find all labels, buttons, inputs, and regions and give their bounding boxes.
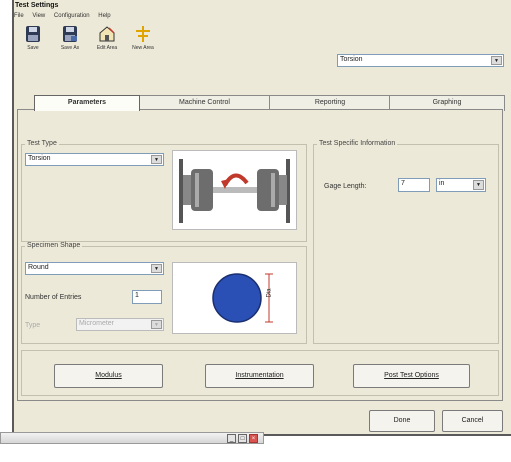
menu-configuration[interactable]: Configuration [54,13,90,19]
chevron-down-icon: ▼ [151,320,162,329]
torsion-illustration [172,150,297,230]
gage-length-label: Gage Length: [324,183,367,190]
post-test-options-label: Post Test Options [384,372,439,379]
menu-bar: File View Configuration Help [14,13,511,23]
background-window-titlebar [0,432,264,444]
test-type-value: Torsion [28,155,51,162]
test-specific-info-group [313,144,499,344]
save-as-button[interactable]: Save As [54,24,86,58]
modulus-label: Modulus [95,372,122,379]
tab-parameters[interactable]: Parameters [34,95,140,111]
torsion-fixture-icon [179,159,290,223]
number-of-entries-label: Number of Entries [25,294,82,301]
edit-area-icon [99,26,115,42]
menu-view[interactable]: View [32,13,45,19]
chevron-down-icon: ▼ [151,264,162,273]
type-dropdown[interactable]: Micrometer ▼ [76,318,164,331]
save-as-label: Save As [60,45,80,51]
chevron-down-icon: ▼ [491,56,502,65]
window-title: Test Settings [15,2,59,9]
menu-file[interactable]: File [14,13,24,19]
new-area-icon [136,26,150,42]
menu-help[interactable]: Help [98,13,110,19]
post-test-options-button[interactable]: Post Test Options [353,364,470,388]
instrumentation-label: Instrumentation [235,372,284,379]
save-button[interactable]: Save [17,24,49,58]
diameter-label: Dia [266,288,273,298]
chevron-down-icon: ▼ [473,180,484,190]
gage-length-input[interactable]: 7 [398,178,430,192]
tab-strip: Parameters Machine Control Reporting Gra… [17,95,505,111]
type-label: Type [25,322,41,329]
number-of-entries-input[interactable]: 1 [132,290,162,304]
test-type-label: Test Type [25,140,59,147]
close-icon[interactable]: × [249,434,258,443]
specimen-shape-label: Specimen Shape [25,242,83,249]
test-selector-value: Torsion [340,56,363,63]
maximize-icon[interactable]: □ [238,434,247,443]
minimize-icon[interactable]: _ [227,434,236,443]
chevron-down-icon: ▼ [151,155,162,164]
specimen-shape-dropdown[interactable]: Round ▼ [25,262,164,275]
save-as-icon [63,26,77,42]
round-specimen-icon [212,273,273,323]
specimen-shape-value: Round [28,264,49,271]
modulus-button[interactable]: Modulus [54,364,163,388]
instrumentation-button[interactable]: Instrumentation [205,364,314,388]
new-area-label: New Area [132,45,154,51]
new-area-button[interactable]: New Area [127,24,159,58]
gage-length-unit-value: in [439,180,445,187]
test-specific-info-label: Test Specific Information [317,140,398,147]
edit-area-button[interactable]: Edit Area [91,24,123,58]
specimen-illustration [172,262,297,334]
edit-area-label: Edit Area [96,45,118,51]
test-selector-dropdown[interactable]: Torsion ▼ [337,54,504,67]
save-label: Save [27,45,39,51]
gage-length-unit-dropdown[interactable]: in ▼ [436,178,486,192]
done-button[interactable]: Done [369,410,435,432]
cancel-button[interactable]: Cancel [442,410,503,432]
type-value: Micrometer [79,320,115,327]
test-type-dropdown[interactable]: Torsion ▼ [25,153,164,166]
floppy-disk-icon [26,26,40,42]
